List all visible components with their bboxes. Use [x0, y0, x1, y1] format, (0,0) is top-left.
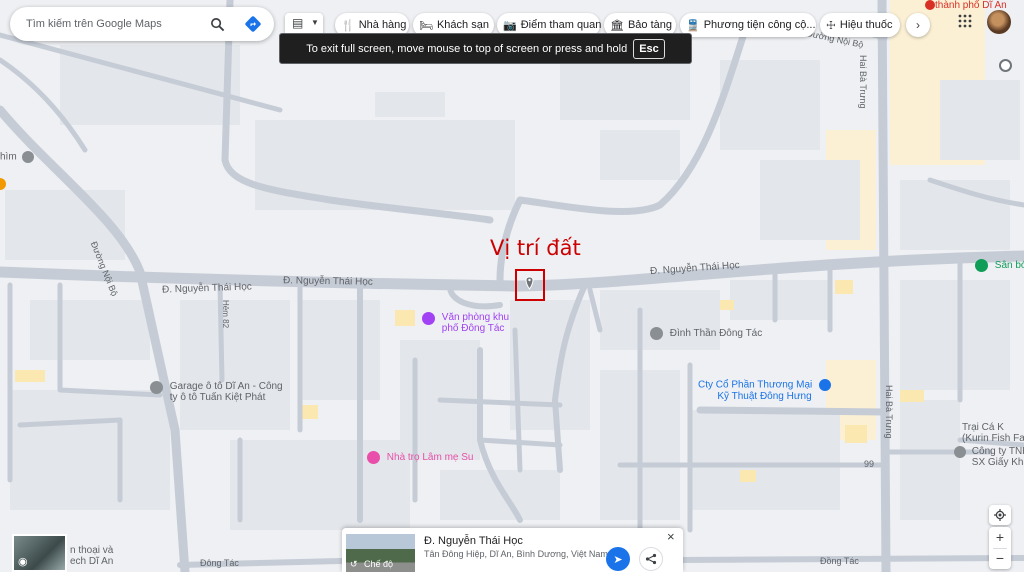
- apps-grid-icon[interactable]: [958, 14, 972, 28]
- directions-button[interactable]: ➤: [606, 547, 630, 571]
- place-marker-trai-ca[interactable]: Trại Cá K (Kurin Fish Fa: [962, 422, 1024, 444]
- place-card[interactable]: ↺ Chế độ Đ. Nguyễn Thái Học Tân Đông Hiệ…: [342, 528, 683, 572]
- layers-thumbnail[interactable]: ◉: [12, 534, 67, 572]
- mode-label: Chế độ: [364, 559, 394, 569]
- place-label: Văn phòng khu: [441, 312, 510, 323]
- restaurant-icon: 🍴: [341, 19, 355, 32]
- chips-next-button[interactable]: ›: [906, 13, 930, 37]
- chip-label: Khách sạn: [436, 19, 489, 31]
- place-marker-cty-dong-hung[interactable]: Cty Cổ Phần Thương Mại Kỹ Thuật Đông Hưn…: [698, 379, 832, 402]
- map-canvas[interactable]: [0, 0, 1024, 572]
- place-label: Đình Thần Đông Tác: [669, 328, 763, 340]
- place-label: Kỹ Thuật Đông Hưng: [717, 391, 812, 402]
- chip-label: Hiệu thuốc: [839, 19, 893, 31]
- temple-icon: [650, 327, 663, 340]
- chip-label: Phương tiện công cộ...: [703, 19, 816, 31]
- my-location-icon: [994, 509, 1006, 521]
- place-label: hìm: [0, 151, 17, 163]
- place-label: phố Đông Tác: [441, 323, 505, 334]
- bus-icon: ▤: [292, 16, 304, 30]
- close-icon[interactable]: ×: [667, 529, 675, 544]
- chip-label: Bảo tàng: [627, 19, 673, 31]
- share-button[interactable]: [639, 547, 663, 571]
- chip-transit[interactable]: 🚆 Phương tiện công cộ...: [680, 13, 816, 37]
- place-label: n thoại và: [70, 545, 114, 556]
- shopping-icon: [819, 379, 832, 391]
- place-marker-him[interactable]: hìm: [0, 151, 35, 163]
- place-label: Trại Cá K: [962, 422, 1004, 433]
- street-view-icon: ↺: [350, 559, 358, 569]
- my-location-button[interactable]: [989, 505, 1011, 525]
- road-number-label: 99: [864, 459, 875, 469]
- place-label: Sân bó: [994, 260, 1024, 272]
- search-input[interactable]: Tìm kiếm trên Google Maps: [26, 7, 162, 41]
- street-label-nguyen-thai-hoc: Đ. Nguyễn Thái Học: [282, 275, 373, 288]
- place-icon[interactable]: [925, 0, 935, 10]
- park-icon: [975, 259, 988, 272]
- place-title: Đ. Nguyễn Thái Học: [424, 535, 523, 547]
- chip-label: Nhà hàng: [358, 19, 407, 31]
- directions-icon[interactable]: [243, 14, 263, 34]
- street-view-thumbnail[interactable]: ↺ Chế độ: [346, 534, 415, 572]
- street-label-dong-tac: Đồng Tác: [820, 556, 859, 566]
- place-marker-san-bo[interactable]: Sân bó: [975, 259, 1024, 272]
- street-label-hai-ba-trung: Hai Bà Trưng: [884, 385, 894, 439]
- street-label-dong-tac: Đông Tác: [200, 558, 239, 568]
- directions-icon: ➤: [613, 553, 623, 566]
- place-icon: [22, 151, 35, 163]
- place-marker-garage[interactable]: Garage ô tô Dĩ An - Công ty ô tô Tuấn Ki…: [150, 381, 283, 403]
- camera-icon: 📷: [503, 19, 517, 32]
- avatar[interactable]: [987, 10, 1011, 34]
- street-label-hem-82: Hẻm 82: [221, 300, 230, 329]
- place-label: SX Giấy Khả: [971, 457, 1024, 468]
- street-label-hai-ba-trung: Hai Bà Trưng: [858, 55, 868, 109]
- place-label: Cty Cổ Phần Thương Mại: [698, 379, 813, 391]
- chevron-down-icon: ▼: [311, 18, 319, 27]
- fullscreen-toast: To exit full screen, move mouse to top o…: [279, 33, 692, 64]
- esc-key-label: Esc: [633, 38, 665, 59]
- museum-icon: 🏛: [610, 19, 624, 32]
- place-marker-dien-thoai[interactable]: n thoại và ech Dĩ An: [70, 545, 113, 567]
- chip-pharmacy[interactable]: ☩ Hiệu thuốc: [820, 13, 900, 37]
- place-icon: [954, 446, 966, 458]
- pharmacy-icon: ☩: [826, 19, 836, 32]
- zoom-out-button[interactable]: −: [989, 549, 1011, 569]
- garage-icon: [150, 381, 163, 394]
- place-icon[interactable]: [999, 59, 1012, 72]
- place-label: (Kurin Fish Fa: [962, 433, 1024, 444]
- place-label: Garage ô tô Dĩ An - Công: [169, 381, 283, 392]
- hotel-icon: 🛏: [419, 19, 433, 32]
- place-label: ech Dĩ An: [70, 556, 114, 567]
- zoom-in-button[interactable]: +: [989, 527, 1011, 547]
- place-label: ty ô tô Tuấn Kiệt Phát: [169, 392, 266, 403]
- place-marker-dinh-than[interactable]: Đình Thần Đông Tác: [650, 327, 762, 340]
- place-label: Công ty TNH: [971, 446, 1024, 457]
- place-address: Tân Đông Hiệp, Dĩ An, Bình Dương, Việt N…: [424, 549, 608, 559]
- annotation-label: Vị trí đất: [490, 236, 581, 260]
- government-icon: [422, 312, 435, 325]
- chevron-right-icon: ›: [916, 18, 920, 32]
- share-icon: [645, 553, 657, 565]
- search-icon[interactable]: [208, 15, 226, 33]
- place-label: Nhà trọ Lâm mẹ Su: [386, 452, 474, 464]
- place-marker-van-phong[interactable]: Văn phòng khu phố Đông Tác: [422, 312, 509, 334]
- search-box[interactable]: Tìm kiếm trên Google Maps: [10, 7, 274, 41]
- lodging-icon: [367, 451, 380, 464]
- toast-message: To exit full screen, move mouse to top o…: [306, 42, 628, 55]
- zoom-controls: + −: [989, 527, 1011, 569]
- transit-icon: 🚆: [686, 19, 700, 32]
- place-marker-nha-tro[interactable]: Nhà trọ Lâm mẹ Su: [367, 451, 474, 464]
- layers-icon: ◉: [18, 556, 28, 568]
- chip-label: Điểm tham quan: [520, 19, 602, 31]
- place-marker-cong-ty-tnhh[interactable]: Công ty TNH SX Giấy Khả: [954, 446, 1024, 468]
